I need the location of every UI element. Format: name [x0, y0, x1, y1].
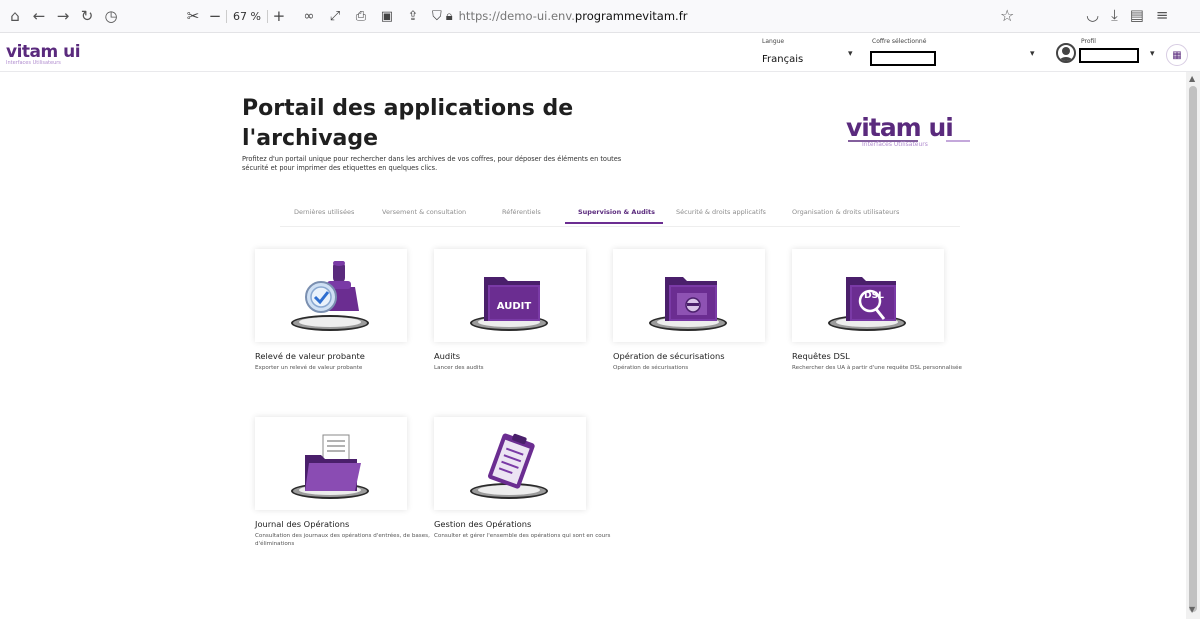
zoom-level[interactable]: 67 % [226, 9, 268, 23]
share-icon[interactable]: ⇪ [400, 5, 426, 27]
history-icon[interactable]: ◷ [100, 5, 122, 27]
card-image: AUDIT [434, 249, 586, 342]
tab-organization-rights[interactable]: Organisation & droits utilisateurs [792, 208, 899, 216]
vitam-logo-text: vitam ui [846, 113, 954, 142]
vault-select[interactable] [870, 51, 936, 66]
scrollbar-thumb[interactable] [1189, 86, 1197, 612]
header-logo[interactable]: vitam ui Interfaces Utilisateurs [6, 42, 81, 66]
browser-tools: ∞ ⤢ ⎙ ▣ ⇪ [296, 5, 426, 27]
save-icon[interactable]: ▣ [374, 5, 400, 27]
zoom-out-icon[interactable]: − [204, 5, 226, 27]
reader-icon[interactable]: ▤ [1130, 6, 1144, 24]
vitam-logo-tagline: Interfaces Utilisateurs [862, 141, 928, 148]
fullscreen-icon[interactable]: ⤢ [322, 5, 348, 27]
profile-label: Profil [1081, 38, 1096, 45]
card-image [613, 249, 765, 342]
stamp-icon [305, 261, 359, 313]
profile-select[interactable] [1079, 48, 1139, 63]
header-logo-text: vitam ui [6, 42, 81, 62]
scroll-up-icon[interactable]: ▲ [1189, 74, 1195, 83]
browser-right-icons: ◡ ⤓ ▤ ≡ [1086, 6, 1169, 24]
app-header: vitam ui Interfaces Utilisateurs Langue … [0, 34, 1200, 72]
tab-referentials[interactable]: Référentiels [502, 208, 541, 216]
address-bar[interactable]: ⛉ 🔒︎ https://demo-ui.env. programmevitam… [432, 9, 688, 24]
card-title: Gestion des Opérations [434, 519, 532, 529]
secure-folder-icon [665, 277, 717, 321]
screenshot-icon[interactable]: ✂ [182, 5, 204, 27]
page-scrollbar[interactable]: ▲ ▼ [1186, 72, 1200, 619]
card-image [434, 417, 586, 510]
tab-security-rights[interactable]: Sécurité & droits applicatifs [676, 208, 766, 216]
bookmark-star-icon[interactable]: ☆ [1000, 6, 1014, 25]
category-tabs: Dernières utilisées Versement & consulta… [280, 203, 960, 227]
scroll-down-icon[interactable]: ▼ [1189, 605, 1195, 614]
pocket-icon[interactable]: ◡ [1086, 6, 1099, 24]
vault-label: Coffre sélectionné [872, 38, 927, 45]
vitam-logo: vitam ui Interfaces Utilisateurs [840, 113, 970, 159]
active-tab-indicator [565, 222, 663, 224]
zoom-in-icon[interactable]: + [268, 5, 290, 27]
browser-nav: ⌂ ← → ↻ ◷ [4, 5, 124, 27]
card-title: Audits [434, 351, 461, 361]
shield-icon[interactable]: ⛉ [432, 9, 442, 24]
url-prefix: https://demo-ui.env. [458, 9, 575, 23]
card-image: DSL [792, 249, 944, 342]
glasses-icon[interactable]: ∞ [296, 5, 322, 27]
apps-grid-icon[interactable]: ▦ [1166, 44, 1188, 66]
zoom-controls: ✂ − 67 % + [182, 5, 290, 27]
card-title: Relevé de valeur probante [255, 351, 365, 361]
tab-supervision-audits[interactable]: Supervision & Audits [578, 208, 655, 216]
page-description: Profitez d'un portail unique pour recher… [242, 155, 622, 172]
browser-toolbar: ⌂ ← → ↻ ◷ ✂ − 67 % + ∞ ⤢ ⎙ ▣ ⇪ ⛉ 🔒︎ http… [0, 0, 1200, 33]
lock-icon[interactable]: 🔒︎ [446, 9, 453, 24]
language-label: Langue [762, 38, 785, 45]
avatar-icon[interactable] [1056, 43, 1076, 63]
card-image [255, 249, 407, 342]
card-title: Opération de sécurisations [613, 351, 725, 361]
page-title: Portail des applications de l'archivage [242, 96, 574, 151]
reload-icon[interactable]: ↻ [76, 5, 98, 27]
menu-icon[interactable]: ≡ [1156, 6, 1169, 24]
audit-folder-icon: AUDIT [484, 277, 540, 321]
language-select[interactable]: Français [762, 54, 803, 65]
url-domain: programmevitam.fr [574, 9, 688, 23]
card-description: Lancer des audits [434, 365, 484, 371]
tab-recent[interactable]: Dernières utilisées [294, 208, 354, 216]
clipboard-icon [488, 433, 535, 489]
back-icon[interactable]: ← [28, 5, 50, 27]
journal-folder-icon [305, 434, 361, 491]
language-caret-icon[interactable]: ▾ [848, 49, 853, 59]
card-description: Exporter un relevé de valeur probante [255, 365, 363, 371]
dsl-badge: DSL [864, 291, 884, 301]
forward-icon[interactable]: → [52, 5, 74, 27]
print-icon[interactable]: ⎙ [348, 5, 374, 27]
audit-badge: AUDIT [497, 301, 532, 312]
card-title: Requêtes DSL [792, 351, 850, 361]
card-description: Rechercher des UA à partir d'une requête… [792, 365, 962, 371]
card-description: Consulter et gérer l'ensemble des opérat… [434, 533, 611, 539]
vault-caret-icon[interactable]: ▾ [1030, 49, 1035, 59]
card-description: Consultation des journaux des opérations… [255, 533, 430, 547]
profile-caret-icon[interactable]: ▾ [1150, 49, 1155, 59]
dsl-folder-icon: DSL [846, 277, 896, 321]
card-description: Opération de sécurisations [613, 365, 689, 371]
card-title: Journal des Opérations [255, 519, 350, 529]
tab-ingest-consultation[interactable]: Versement & consultation [382, 208, 466, 216]
card-image [255, 417, 407, 510]
home-icon[interactable]: ⌂ [4, 5, 26, 27]
download-icon[interactable]: ⤓ [1111, 6, 1118, 24]
